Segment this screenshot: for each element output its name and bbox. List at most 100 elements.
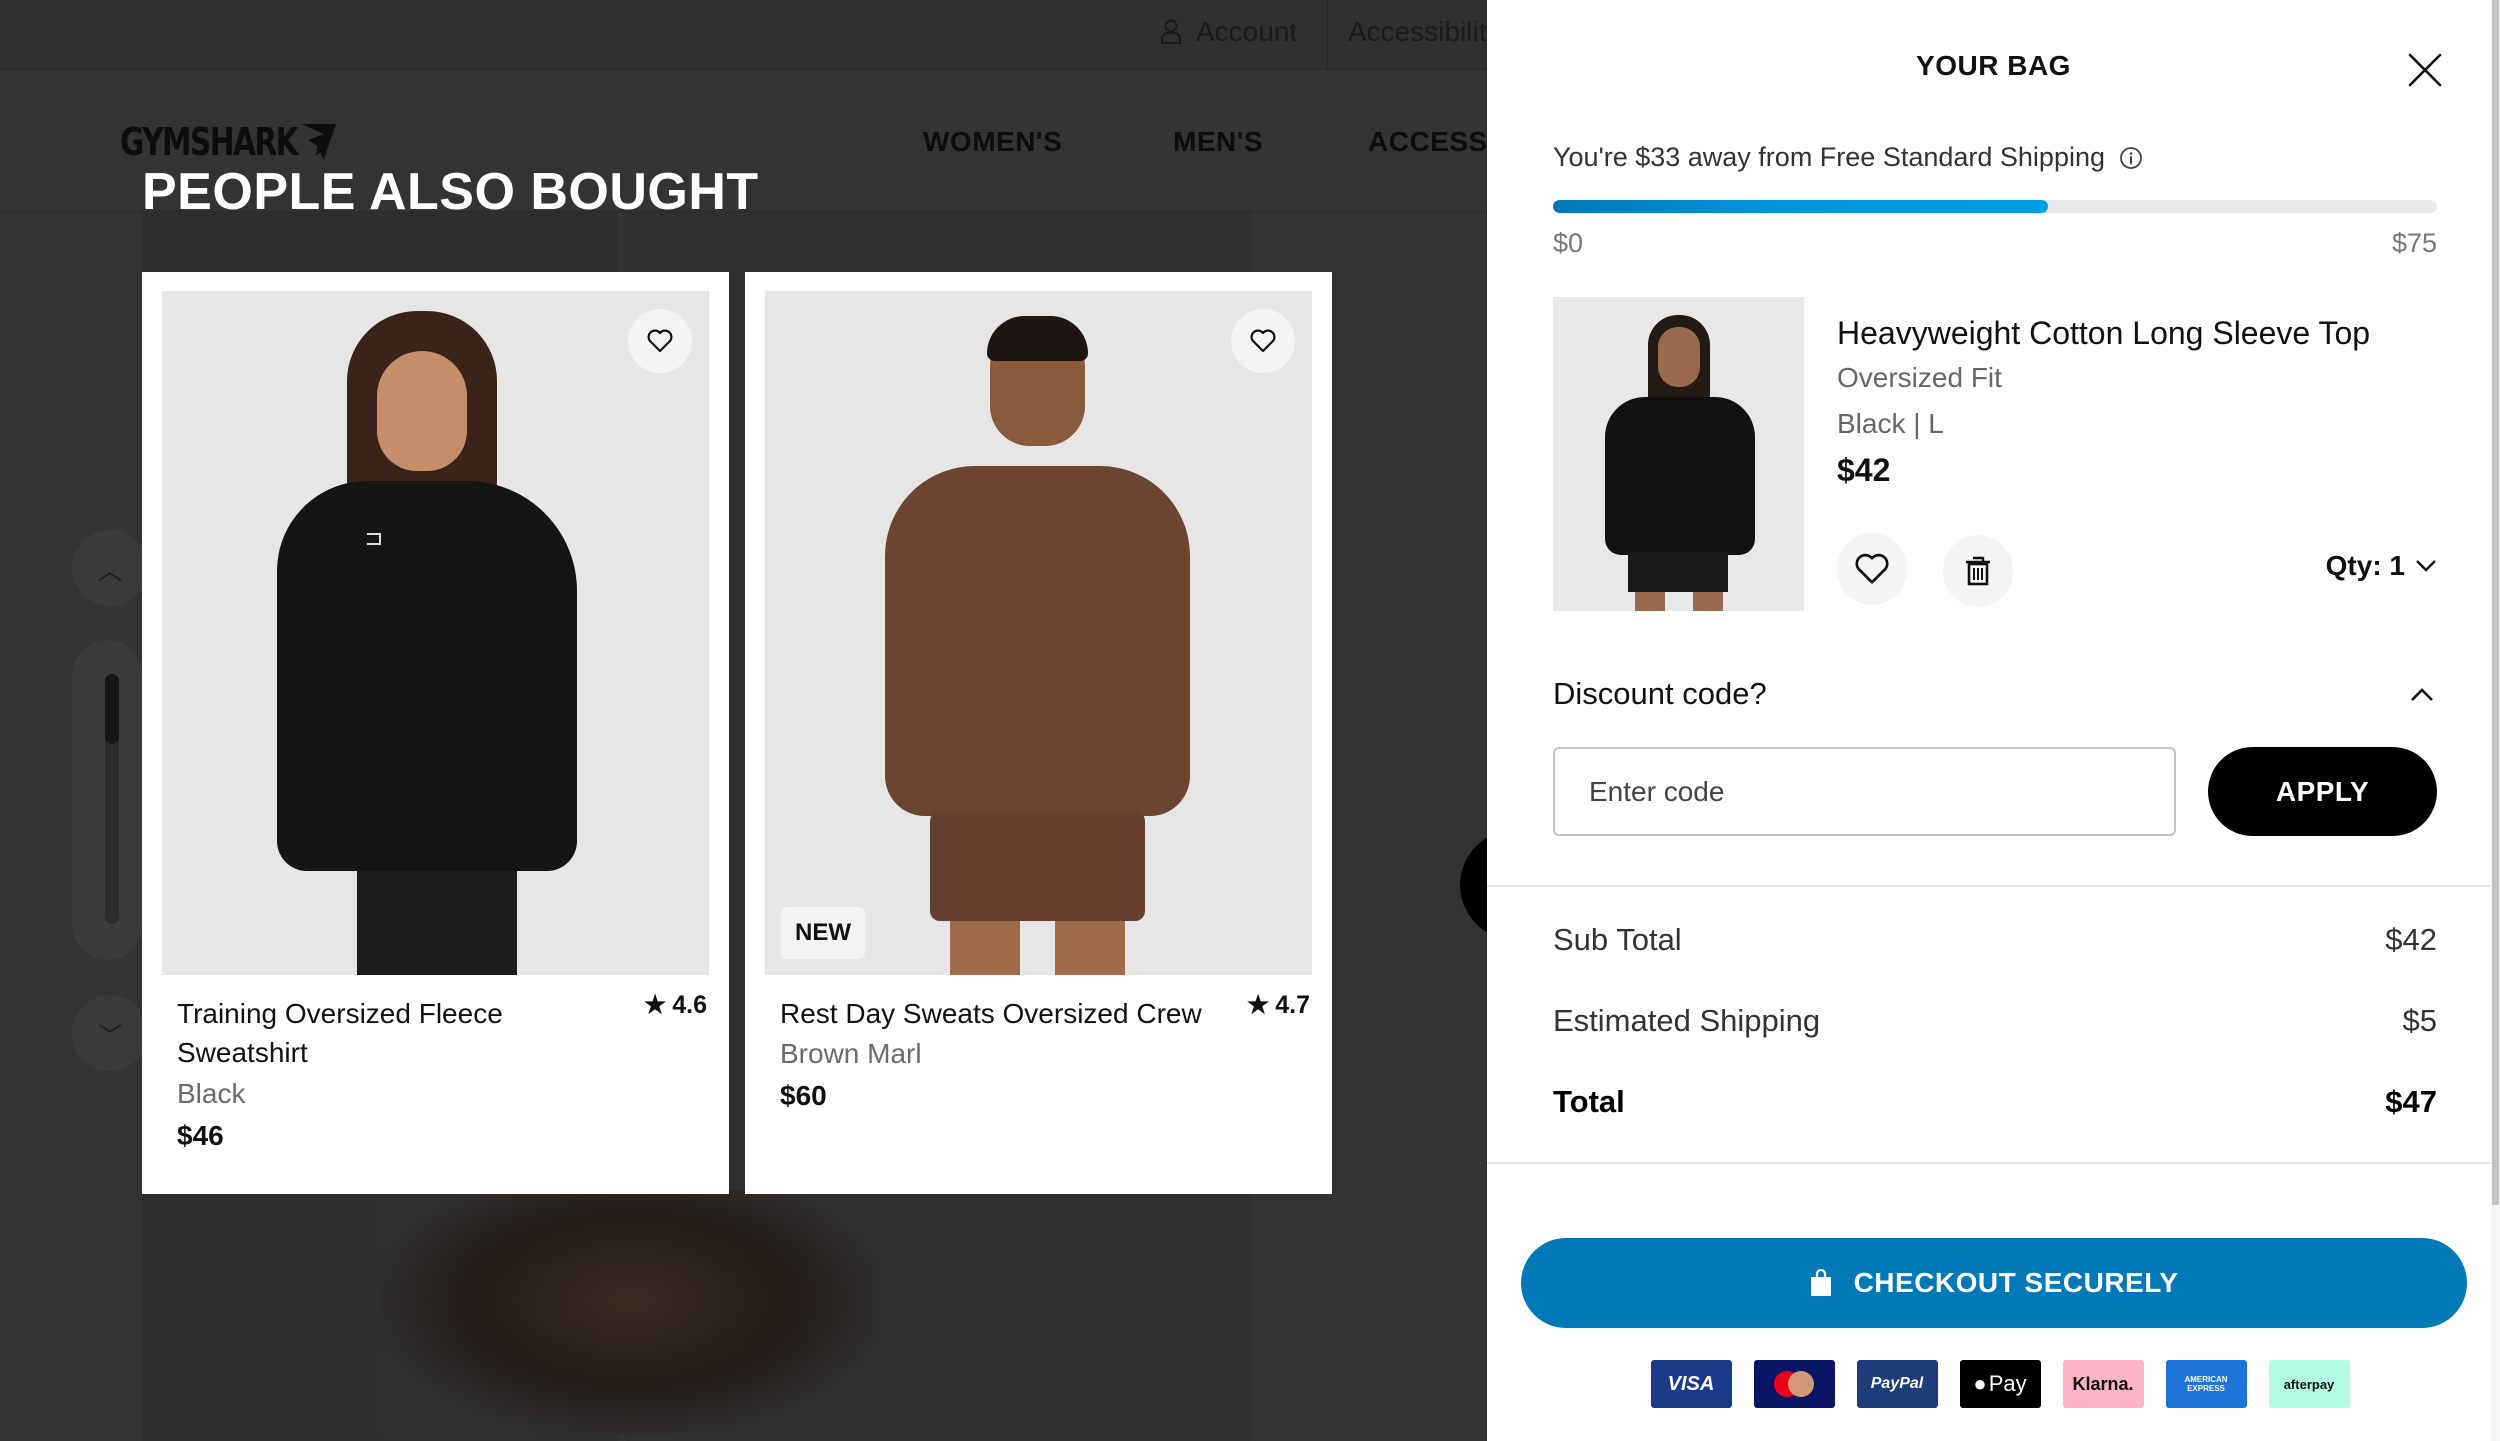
nav-mens[interactable]: MEN'S	[1173, 126, 1263, 158]
heart-icon	[1250, 329, 1276, 353]
shipping-value: $5	[2402, 1003, 2437, 1038]
product-name[interactable]: Training Oversized Fleece Sweatshirt	[177, 994, 597, 1072]
wishlist-button[interactable]	[628, 309, 692, 373]
amex-icon: AMERICAN EXPRESS	[2165, 1360, 2247, 1408]
accessibility-link[interactable]: Accessibility	[1348, 16, 1500, 48]
divider	[1487, 1162, 2491, 1164]
bag-item-price: $42	[1837, 452, 1891, 488]
model-leg	[1635, 592, 1665, 611]
product-image[interactable]	[162, 291, 709, 975]
close-icon	[2408, 53, 2442, 87]
star-icon: ★	[1246, 991, 1270, 1019]
apple-pay-label: Pay	[1988, 1371, 2027, 1396]
model-leg	[1693, 592, 1723, 611]
free-shipping-progress-fill	[1553, 200, 2049, 213]
info-icon[interactable]	[2119, 146, 2143, 170]
apply-discount-button[interactable]: APPLY	[2208, 747, 2437, 836]
heart-icon	[647, 329, 673, 353]
chevron-down-icon	[2416, 560, 2436, 572]
paypal-label: PayPal	[1870, 1375, 1924, 1392]
quantity-select[interactable]: Qty: 1	[2326, 550, 2437, 582]
amex-label: AMERICAN EXPRESS	[2184, 1375, 2228, 1393]
wishlist-button[interactable]	[1231, 309, 1295, 373]
bag-scrollbar-thumb[interactable]	[2492, 0, 2499, 1205]
trash-icon	[1966, 556, 1990, 586]
people-also-bought-title: PEOPLE ALSO BOUGHT	[142, 163, 759, 221]
rating-value: 4.6	[672, 990, 707, 1019]
model-leg	[950, 921, 1020, 975]
bag-title: YOUR BAG	[1916, 50, 2071, 81]
shopping-bag-icon	[1810, 1269, 1831, 1296]
checkout-label: CHECKOUT SECURELY	[1853, 1267, 2179, 1298]
account-link[interactable]: Account	[1160, 16, 1297, 48]
heart-icon	[1855, 553, 1889, 584]
product-price: $60	[780, 1080, 827, 1111]
new-badge: NEW	[781, 907, 865, 959]
star-icon: ★	[643, 991, 667, 1019]
bag-scrollbar[interactable]	[2491, 0, 2500, 1441]
afterpay-icon: afterpay	[2268, 1360, 2350, 1408]
close-button[interactable]	[2407, 52, 2443, 88]
progress-min-label: $0	[1553, 228, 1584, 258]
nav-accessories[interactable]: ACCESSORIES	[1368, 126, 1487, 158]
gallery-scroll-track[interactable]	[72, 640, 142, 960]
product-card[interactable]: NEW Rest Day Sweats Oversized Crew ★ 4.7…	[745, 272, 1332, 1194]
free-shipping-progress	[1553, 200, 2437, 213]
logo-mark	[367, 533, 381, 545]
gallery-scroll-thumb[interactable]	[105, 674, 119, 744]
product-card[interactable]: Training Oversized Fleece Sweatshirt ★ 4…	[142, 272, 729, 1194]
model-face	[1658, 327, 1700, 387]
product-name[interactable]: Rest Day Sweats Oversized Crew	[780, 994, 1250, 1033]
paypal-icon: PayPal	[1856, 1360, 1938, 1408]
subtotal-row: Sub Total $42	[1553, 922, 2437, 958]
remove-item-button[interactable]	[1943, 535, 2013, 607]
product-color: Brown Marl	[780, 1038, 922, 1069]
apple-logo-icon: ●	[1973, 1371, 1987, 1396]
product-image[interactable]: NEW	[765, 291, 1312, 975]
move-to-wishlist-button[interactable]	[1837, 533, 1907, 605]
black-sweatshirt	[277, 481, 577, 871]
visa-label: VISA	[1667, 1372, 1715, 1395]
bag-drawer: YOUR BAG You're $33 away from Free Stand…	[1487, 0, 2500, 1441]
product-color: Black	[177, 1078, 246, 1109]
background-model-face	[380, 1190, 880, 1435]
product-rating: ★ 4.7	[1247, 990, 1310, 1020]
checkout-button[interactable]: CHECKOUT SECURELY	[1521, 1238, 2467, 1328]
subtotal-value: $42	[2385, 922, 2437, 957]
mastercard-icon	[1753, 1360, 1835, 1408]
klarna-icon: Klarna.	[2062, 1360, 2144, 1408]
shark-logo-icon	[301, 124, 337, 160]
discount-code-input[interactable]	[1553, 747, 2176, 836]
model-leg	[1055, 921, 1125, 975]
apple-pay-icon: ● Pay	[1959, 1360, 2041, 1408]
brown-sweatshirt	[885, 466, 1190, 816]
discount-toggle[interactable]	[2407, 680, 2437, 710]
total-value: $47	[2385, 1084, 2437, 1119]
black-shorts	[1628, 552, 1728, 592]
black-shorts	[357, 871, 517, 975]
gallery-down-button[interactable]: ﹀	[72, 995, 148, 1071]
klarna-label: Klarna.	[2072, 1373, 2134, 1394]
progress-max-label: $75	[2391, 228, 2437, 258]
product-rating: ★ 4.6	[644, 990, 707, 1020]
utility-divider	[1327, 0, 1328, 70]
model-hair	[987, 316, 1088, 361]
nav-womens[interactable]: WOMEN'S	[923, 126, 1062, 158]
gymshark-logo[interactable]: GYMSHARK	[120, 120, 338, 164]
chevron-down-icon: ﹀	[98, 1022, 122, 1050]
discount-label[interactable]: Discount code?	[1553, 676, 1767, 712]
shipping-row: Estimated Shipping $5	[1553, 1003, 2437, 1039]
utility-bar: Account Accessibility	[0, 0, 1500, 70]
bag-item-fit: Oversized Fit	[1837, 362, 2002, 393]
product-price: $46	[177, 1120, 224, 1151]
free-shipping-message: You're $33 away from Free Standard Shipp…	[1553, 142, 2143, 173]
account-label: Account	[1196, 16, 1298, 47]
afterpay-label: afterpay	[2283, 1376, 2335, 1392]
bag-item-image[interactable]	[1553, 297, 1804, 611]
gallery-up-button[interactable]: ︿	[72, 530, 148, 606]
bag-item-name[interactable]: Heavyweight Cotton Long Sleeve Top	[1837, 315, 2370, 352]
user-icon	[1161, 19, 1181, 44]
total-row: Total $47	[1553, 1084, 2437, 1120]
visa-icon: VISA	[1650, 1360, 1732, 1408]
free-shipping-text: You're $33 away from Free Standard Shipp…	[1553, 142, 2105, 172]
